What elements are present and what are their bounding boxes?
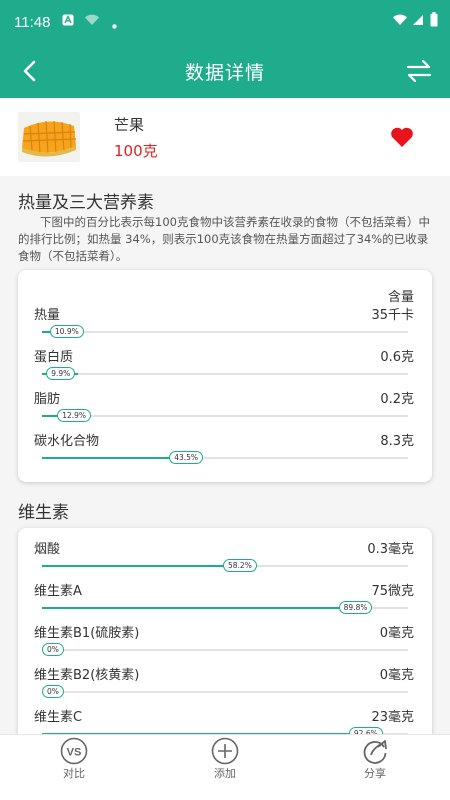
content-column-header: 含量 bbox=[387, 290, 414, 305]
nutrient-value: 35千卡 bbox=[371, 308, 414, 323]
wifi-signal-icon bbox=[392, 14, 408, 29]
battery-icon bbox=[430, 12, 438, 30]
tab-compare-label: 对比 bbox=[63, 767, 85, 780]
rank-percent-badge: 0% bbox=[42, 685, 64, 698]
nutrient-row: 脂肪 0.2克 12.9% bbox=[18, 388, 432, 428]
nutrient-row: 维生素C 23毫克 92.6% bbox=[18, 706, 432, 734]
nutrient-label: 维生素B2(核黄素) bbox=[34, 668, 140, 683]
wifi-icon bbox=[84, 14, 100, 29]
mango-image bbox=[18, 112, 80, 162]
nutrient-value: 23毫克 bbox=[371, 710, 414, 725]
rank-percent-badge: 9.9% bbox=[46, 367, 76, 380]
heart-icon bbox=[391, 127, 413, 147]
rank-percent-badge: 0% bbox=[42, 643, 64, 656]
vs-circle-icon: VS bbox=[60, 737, 88, 765]
nutrient-label: 碳水化合物 bbox=[34, 434, 100, 449]
tab-add-label: 添加 bbox=[214, 767, 236, 780]
vitamin-card: 烟酸 0.3毫克 58.2% 维生素A 75微克 89.8% 维生素B1(硫胺素) 0毫克 0%… bbox=[18, 528, 432, 734]
nutrient-value: 75微克 bbox=[371, 584, 414, 599]
nutrient-row: 维生素B1(硫胺素) 0毫克 0% bbox=[18, 622, 432, 662]
rank-bar-track: 9.9% bbox=[42, 367, 408, 380]
food-summary: 芒果 100克 bbox=[0, 98, 450, 176]
content-scroll[interactable]: 芒果 100克 热量及三大营养素 下图中的百分比表示每100克食物中该营养素在收… bbox=[0, 98, 450, 734]
tab-add[interactable]: 添加 bbox=[165, 735, 285, 800]
rank-bar-fill bbox=[42, 607, 371, 609]
page-title: 数据详情 bbox=[184, 62, 265, 84]
rank-percent-badge: 58.2% bbox=[223, 559, 257, 572]
vs-icon-text: VS bbox=[67, 747, 82, 759]
bottom-tabbar: VS 对比 添加 分享 bbox=[0, 734, 450, 800]
rank-percent-badge: 92.6% bbox=[348, 727, 383, 734]
rank-percent-badge: 89.8% bbox=[338, 601, 373, 614]
rank-bar-track: 0% bbox=[42, 685, 408, 698]
favorite-button[interactable] bbox=[390, 126, 414, 148]
nutrient-value: 0毫克 bbox=[379, 626, 414, 641]
nutrient-label: 脂肪 bbox=[34, 392, 61, 407]
tab-compare[interactable]: VS 对比 bbox=[14, 735, 134, 800]
rank-bar-track: 0% bbox=[42, 643, 408, 656]
nutrient-value: 0.2克 bbox=[380, 392, 414, 407]
tab-share-label: 分享 bbox=[364, 767, 386, 780]
rank-percent-badge: 43.5% bbox=[169, 451, 204, 464]
nutrient-row: 热量 35千卡 10.9% bbox=[18, 304, 432, 344]
nutrient-row: 维生素B2(核黄素) 0毫克 0% bbox=[18, 664, 432, 704]
rank-percent-badge: 12.9% bbox=[57, 409, 92, 422]
nutrient-row: 烟酸 0.3毫克 58.2% bbox=[18, 538, 432, 578]
macro-section-title: 热量及三大营养素 bbox=[18, 193, 154, 213]
rank-bar-track: 10.9% bbox=[42, 325, 408, 338]
nutrient-label: 蛋白质 bbox=[34, 350, 74, 365]
food-name: 芒果 bbox=[114, 116, 145, 134]
nutrient-value: 8.3克 bbox=[380, 434, 414, 449]
nutrient-label: 烟酸 bbox=[34, 542, 61, 557]
nutrient-label: 热量 bbox=[34, 308, 61, 323]
rank-bar-track: 89.8% bbox=[42, 601, 408, 614]
nutrient-row: 维生素A 75微克 89.8% bbox=[18, 580, 432, 620]
tab-share[interactable]: 分享 bbox=[315, 735, 435, 800]
rank-percent-badge: 10.9% bbox=[49, 325, 84, 338]
nutrient-row: 碳水化合物 8.3克 43.5% bbox=[18, 430, 432, 470]
notification-a-icon bbox=[62, 14, 74, 29]
nutrient-label: 维生素B1(硫胺素) bbox=[34, 626, 140, 641]
rank-bar-track: 12.9% bbox=[42, 409, 408, 422]
plus-circle-icon bbox=[211, 737, 239, 765]
header: 数据详情 bbox=[0, 44, 450, 98]
status-time: 11:48 bbox=[14, 14, 51, 31]
nutrient-value: 0毫克 bbox=[379, 668, 414, 683]
switch-button[interactable] bbox=[404, 56, 434, 86]
swap-arrows-icon bbox=[406, 59, 432, 83]
share-icon bbox=[363, 740, 387, 764]
status-bar: 11:48 bbox=[0, 0, 450, 44]
vitamin-section-title: 维生素 bbox=[18, 503, 69, 523]
rank-bar-track: 58.2% bbox=[42, 559, 408, 572]
dot-icon bbox=[112, 18, 117, 32]
nutrient-label: 维生素A bbox=[34, 584, 82, 599]
cell-signal-icon bbox=[412, 14, 424, 29]
nutrient-label: 维生素C bbox=[34, 710, 83, 725]
rank-bar-track: 43.5% bbox=[42, 451, 408, 464]
nutrient-value: 0.3毫克 bbox=[367, 542, 414, 557]
nutrient-value: 0.6克 bbox=[380, 350, 414, 365]
macro-card: 含量 热量 35千卡 10.9% 蛋白质 0.6克 9.9% 脂肪 0.2克 12.9% 碳水化合… bbox=[18, 270, 432, 482]
macro-description: 下图中的百分比表示每100克食物中该营养素在收录的食物（不包括菜肴）中的排行比例… bbox=[18, 215, 430, 263]
nutrient-row: 蛋白质 0.6克 9.9% bbox=[18, 346, 432, 386]
food-weight: 100克 bbox=[114, 142, 158, 160]
